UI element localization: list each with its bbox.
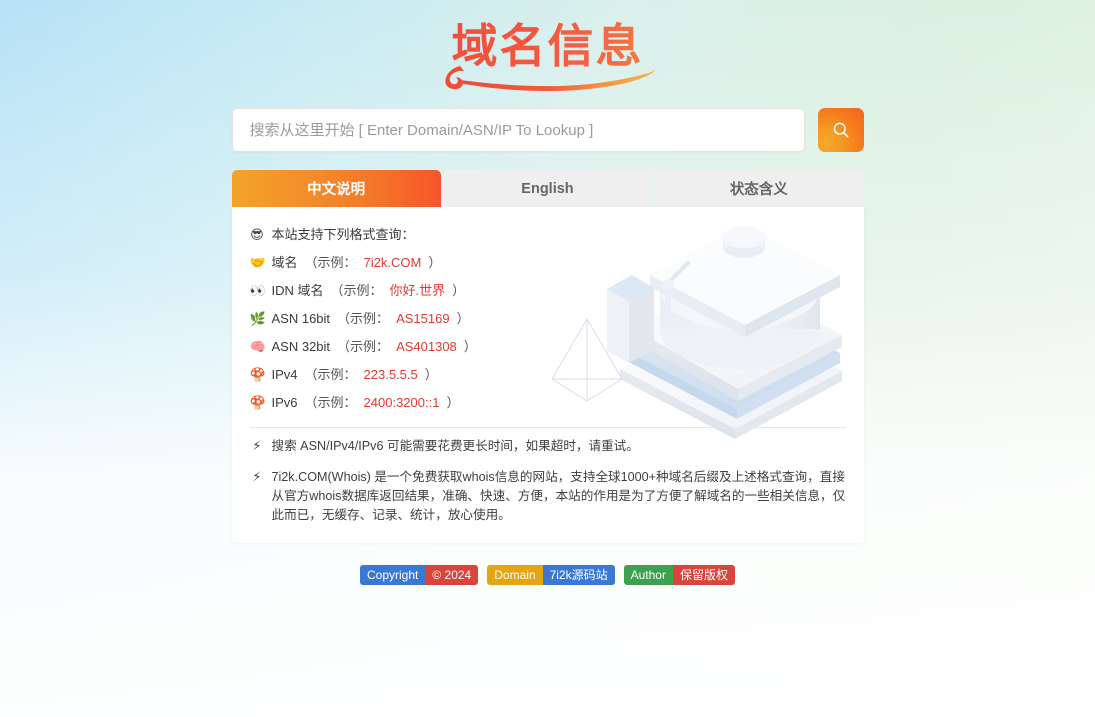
tab-chinese-description[interactable]: 中文说明 [231, 170, 441, 207]
format-intro: 😎 本站支持下列格式查询： [250, 221, 846, 249]
format-label: 域名 [271, 255, 298, 270]
search-icon [833, 122, 848, 138]
format-example: 7i2k.COM [363, 255, 422, 270]
tab-bar: 中文说明 English 状态含义 [231, 170, 864, 207]
format-item-asn-16bit: 🌿 ASN 16bit （示例： AS15169 ） [250, 305, 846, 333]
domain-badge[interactable]: Domain 7i2k源码站 [487, 565, 615, 585]
site-logo[interactable]: 域名信息 [438, 18, 658, 92]
search-button[interactable] [817, 108, 864, 152]
format-item-ipv6: 🍄 IPv6 （示例： 2400:3200::1 ） [250, 389, 846, 417]
format-item-asn-32bit: 🧠 ASN 32bit （示例： AS401308 ） [250, 333, 846, 361]
format-label: ASN 16bit [271, 311, 331, 326]
author-badge-left: Author [623, 565, 673, 585]
format-paren-open: （示例： [304, 367, 357, 382]
format-paren-open: （示例： [304, 255, 357, 270]
note-text: 7i2k.COM(Whois) 是一个免费获取whois信息的网站，支持全球10… [271, 470, 846, 522]
format-label: IPv4 [271, 367, 298, 382]
format-paren-close: ） [456, 311, 470, 326]
format-paren-close: ） [424, 367, 438, 382]
format-label: IPv6 [271, 395, 298, 410]
format-paren-open: （示例： [337, 311, 390, 326]
panel-divider [249, 427, 846, 428]
format-paren-close: ） [446, 395, 460, 410]
format-paren-open: （示例： [337, 339, 390, 354]
logo-swoosh-icon [444, 66, 656, 91]
format-example: 你好.世界 [389, 283, 446, 298]
copyright-badge[interactable]: Copyright © 2024 [360, 565, 479, 585]
format-label: ASN 32bit [271, 339, 331, 354]
high-voltage-icon: ⚡ [252, 439, 262, 454]
high-voltage-icon: ⚡ [252, 470, 262, 485]
note-about-site: ⚡ 7i2k.COM(Whois) 是一个免费获取whois信息的网站，支持全球… [250, 468, 846, 525]
tab-panel-chinese-description: 😎 本站支持下列格式查询： 🤝 域名 （示例： 7i2k.COM ） 👀 IDN… [231, 207, 864, 543]
note-text: 搜索 ASN/IPv4/IPv6 可能需要花费更长时间，如果超时，请重试。 [271, 439, 639, 453]
tab-label: English [521, 180, 574, 197]
copyright-badge-left: Copyright [360, 565, 426, 585]
format-intro-text: 本站支持下列格式查询： [271, 227, 415, 242]
author-badge-right: 保留版权 [672, 565, 735, 585]
mushroom-red-icon: 🍄 [249, 395, 266, 411]
brain-icon: 🧠 [249, 339, 266, 355]
format-paren-open: （示例： [330, 283, 383, 298]
format-example: AS15169 [396, 311, 450, 326]
note-timeout: ⚡ 搜索 ASN/IPv4/IPv6 可能需要花费更长时间，如果超时，请重试。 [250, 437, 846, 456]
format-paren-close: ） [463, 339, 477, 354]
tab-label: 中文说明 [307, 182, 366, 198]
eyes-icon: 👀 [249, 283, 266, 299]
copyright-badge-right: © 2024 [425, 565, 479, 585]
logo-header: 域名信息 [0, 0, 1095, 92]
mushroom-grey-icon: 🍄 [249, 367, 266, 383]
format-example: 223.5.5.5 [363, 367, 418, 382]
format-item-idn-domain: 👀 IDN 域名 （示例： 你好.世界 ） [250, 277, 846, 305]
format-example: 2400:3200::1 [363, 395, 440, 410]
tab-status-meaning[interactable]: 状态含义 [654, 170, 864, 207]
domain-badge-left: Domain [487, 565, 543, 585]
domain-badge-right: 7i2k源码站 [542, 565, 615, 585]
author-badge[interactable]: Author 保留版权 [623, 565, 735, 585]
tab-label: 状态含义 [729, 182, 788, 198]
tab-english[interactable]: English [442, 170, 653, 207]
format-label: IDN 域名 [271, 283, 324, 298]
format-paren-open: （示例： [304, 395, 357, 410]
format-item-domain: 🤝 域名 （示例： 7i2k.COM ） [250, 249, 846, 277]
format-paren-close: ） [452, 283, 466, 298]
footer-badges: Copyright © 2024 Domain 7i2k源码站 Author 保… [0, 565, 1095, 585]
herb-icon: 🌿 [249, 311, 266, 327]
format-example: AS401308 [396, 339, 457, 354]
format-paren-close: ） [428, 255, 442, 270]
supported-format-list: 😎 本站支持下列格式查询： 🤝 域名 （示例： 7i2k.COM ） 👀 IDN… [250, 221, 846, 417]
info-card: 中文说明 English 状态含义 😎 本站支持下列格式查询： 🤝 域名 （示例… [231, 170, 864, 543]
search-input[interactable] [231, 108, 805, 152]
handshake-icon: 🤝 [249, 255, 266, 271]
search-bar [231, 108, 864, 152]
format-item-ipv4: 🍄 IPv4 （示例： 223.5.5.5 ） [250, 361, 846, 389]
sunglasses-face-icon: 😎 [250, 227, 264, 243]
page-root: 域名信息 搜索从这里开始 [Enter Domain/ASN/IP To Lo… [0, 0, 1095, 717]
